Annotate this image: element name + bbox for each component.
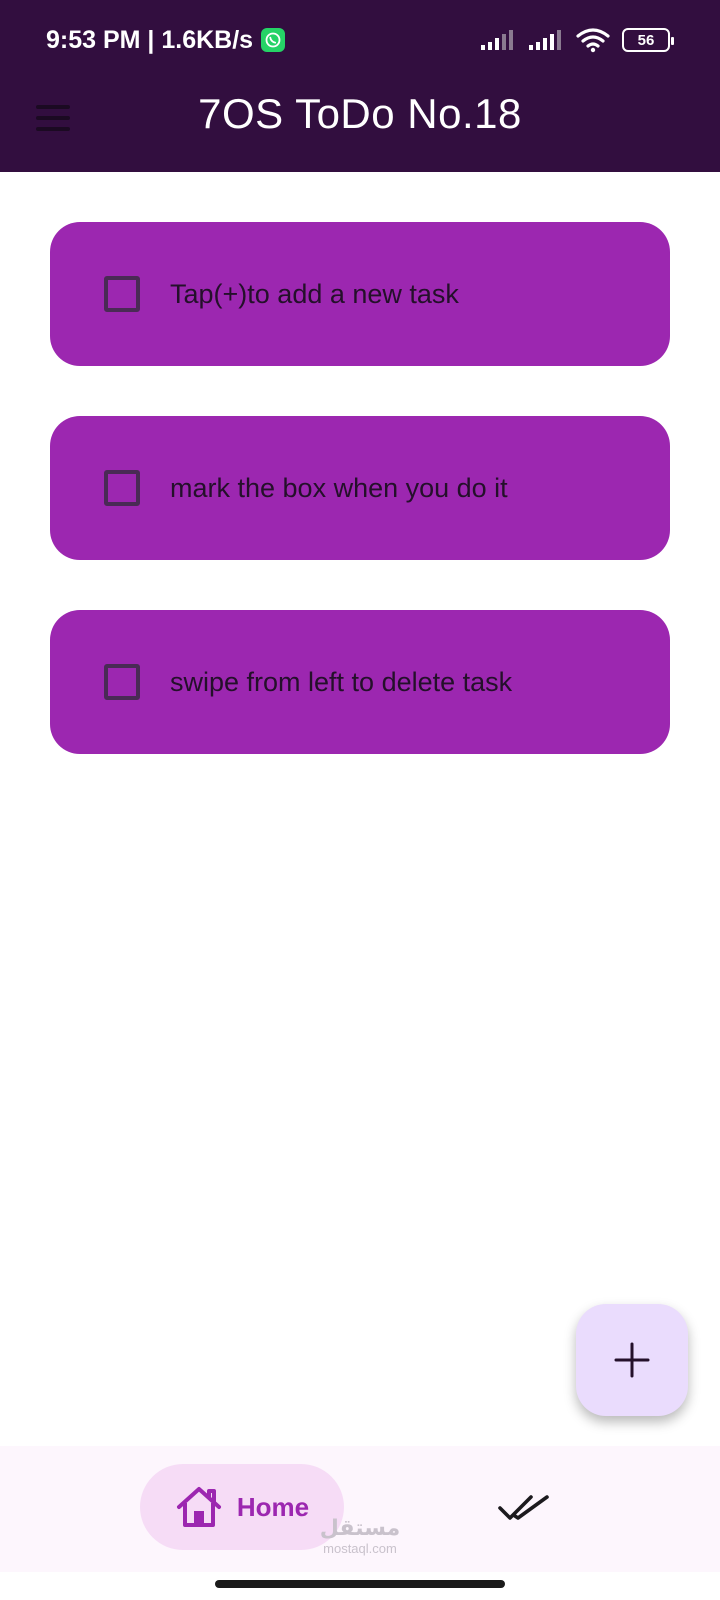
task-checkbox[interactable] — [104, 276, 140, 312]
task-checkbox[interactable] — [104, 664, 140, 700]
watermark: مستقل mostaql.com — [300, 1516, 420, 1556]
battery-icon: 56 — [622, 28, 674, 52]
task-item[interactable]: swipe from left to delete task — [50, 610, 670, 754]
plus-icon — [614, 1342, 650, 1378]
status-bar: 9:53 PM | 1.6KB/s 56 — [0, 0, 720, 80]
task-list: Tap(+)to add a new task mark the box whe… — [50, 222, 670, 804]
task-text: mark the box when you do it — [170, 472, 508, 503]
signal-icon — [481, 30, 513, 50]
status-time-speed: 9:53 PM | 1.6KB/s — [46, 25, 254, 54]
signal-icon — [529, 30, 561, 50]
status-left: 9:53 PM | 1.6KB/s — [46, 24, 286, 56]
app-bar: 7OS ToDo No.18 — [0, 80, 720, 172]
watermark-latin: mostaql.com — [323, 1541, 397, 1556]
status-right: 56 — [480, 26, 674, 54]
home-indicator[interactable] — [215, 1580, 505, 1588]
task-item[interactable]: mark the box when you do it — [50, 416, 670, 560]
battery-level: 56 — [637, 31, 655, 49]
nav-done-tab[interactable] — [494, 1484, 554, 1532]
whatsapp-icon — [261, 28, 286, 52]
bottom-nav: Home مستقل mostaql.com — [0, 1446, 720, 1572]
double-check-icon — [498, 1495, 549, 1520]
page-title: 7OS ToDo No.18 — [198, 90, 522, 137]
task-text: swipe from left to delete task — [170, 666, 513, 697]
add-task-button[interactable] — [576, 1304, 688, 1416]
wifi-icon — [576, 28, 610, 53]
home-icon — [176, 1487, 221, 1527]
watermark-arabic: مستقل — [319, 1516, 401, 1541]
task-checkbox[interactable] — [104, 470, 140, 506]
nav-home-label: Home — [236, 1491, 310, 1522]
task-text: Tap(+)to add a new task — [170, 278, 459, 309]
task-item[interactable]: Tap(+)to add a new task — [50, 222, 670, 366]
top-bar: 9:53 PM | 1.6KB/s 56 7OS ToDo No.18 — [0, 0, 720, 172]
screen: 9:53 PM | 1.6KB/s 56 7OS ToDo No.18 Tap(… — [0, 0, 720, 1600]
